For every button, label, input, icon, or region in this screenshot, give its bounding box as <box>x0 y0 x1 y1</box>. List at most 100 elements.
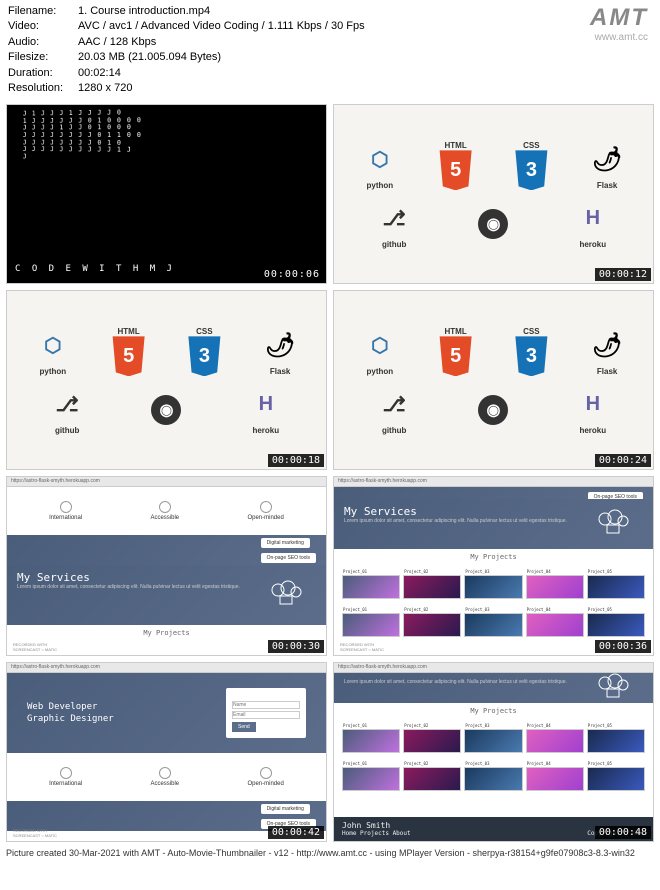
project-card: Project_04 <box>526 613 584 637</box>
meta-label: Duration: <box>8 66 78 81</box>
project-card: Project_01 <box>342 575 400 599</box>
binary-code-text: J 1 J J J 1 J J J J 0 1 J J J J J J 0 1 … <box>23 107 327 165</box>
meta-label: Resolution: <box>8 81 78 96</box>
thumbnail-6: https://astro-flask-smyth.herokuapp.com … <box>333 476 654 656</box>
browser-chrome: https://astro-flask-smyth.herokuapp.com <box>7 477 326 487</box>
watermark: RECORDED WITH SCREENCAST ○ MATIC <box>336 641 388 653</box>
pill: Digital marketing <box>261 538 310 548</box>
css3-icon: 3 <box>184 336 224 376</box>
timestamp-badge: 00:00:48 <box>595 826 651 839</box>
mind-icon <box>260 767 272 779</box>
thumbnail-7: https://astro-flask-smyth.herokuapp.com … <box>6 662 327 842</box>
meta-label: Audio: <box>8 35 78 50</box>
browser-chrome: https://astro-flask-smyth.herokuapp.com <box>334 477 653 487</box>
project-card: Project_04 <box>526 575 584 599</box>
project-card: Project_04 <box>526 767 584 791</box>
footer-links: Home Projects About <box>342 830 411 837</box>
contact-title: Contact Me <box>232 694 300 700</box>
timestamp-badge: 00:00:24 <box>595 454 651 467</box>
thumbnail-grid: J 1 J J J 1 J J J J 0 1 J J J J J J 0 1 … <box>0 100 660 846</box>
meta-value: AAC / 128 Kbps <box>78 35 156 50</box>
cloud-computer-icon <box>266 580 306 610</box>
send-button[interactable]: Send <box>232 722 256 732</box>
thumbnail-3: ⬡python HTML5 CSS3 🌶Flask ⎇github ◉ Hher… <box>6 290 327 470</box>
octocat-icon: ◉ <box>478 395 508 425</box>
mind-icon <box>260 501 272 513</box>
globe-icon <box>60 501 72 513</box>
meta-value: 1. Course introduction.mp4 <box>78 4 210 19</box>
project-card: Project_01 <box>342 767 400 791</box>
contact-form: Contact Me Send <box>226 688 306 738</box>
access-icon <box>159 501 171 513</box>
heroku-icon: H <box>573 384 613 424</box>
brand-logo: AMT www.amt.cc <box>590 4 652 96</box>
html5-icon: 5 <box>436 336 476 376</box>
thumbnail-5: https://astro-flask-smyth.herokuapp.com … <box>6 476 327 656</box>
heroku-icon: H <box>573 198 613 238</box>
html5-icon: 5 <box>436 150 476 190</box>
watermark: RECORDED WITH SCREENCAST ○ MATIC <box>9 827 61 839</box>
brand-url: www.amt.cc <box>590 32 648 43</box>
pill: On-page SEO tools <box>261 553 316 563</box>
python-icon: ⬡ <box>360 325 400 365</box>
github-icon: ⎇ <box>374 384 414 424</box>
metadata-table: Filename:1. Course introduction.mp4 Vide… <box>8 4 365 96</box>
meta-value: AVC / avc1 / Advanced Video Coding / 1.1… <box>78 19 365 34</box>
project-card: Project_03 <box>464 575 522 599</box>
heroku-icon: H <box>246 384 286 424</box>
hero-title-2: Graphic Designer <box>27 713 114 726</box>
generator-credit: Picture created 30-Mar-2021 with AMT - A… <box>0 846 660 860</box>
project-card: Project_01 <box>342 613 400 637</box>
tagline-text: C O D E W I T H M J <box>15 265 175 275</box>
email-input[interactable] <box>232 711 300 719</box>
project-card: Project_05 <box>587 729 645 753</box>
meta-value: 1280 x 720 <box>78 81 132 96</box>
projects-heading: My Projects <box>334 549 653 565</box>
css3-icon: 3 <box>511 150 551 190</box>
name-input[interactable] <box>232 701 300 709</box>
project-card: Project_03 <box>464 613 522 637</box>
projects-heading: My Projects <box>7 625 326 641</box>
python-icon: ⬡ <box>33 325 73 365</box>
octocat-icon: ◉ <box>151 395 181 425</box>
project-card: Project_02 <box>403 767 461 791</box>
timestamp-badge: 00:00:36 <box>595 640 651 653</box>
project-card: Project_02 <box>403 729 461 753</box>
watermark: RECORDED WITH SCREENCAST ○ MATIC <box>9 641 61 653</box>
project-card: Project_01 <box>342 729 400 753</box>
meta-label: Video: <box>8 19 78 34</box>
meta-label: Filesize: <box>8 50 78 65</box>
pill: Digital marketing <box>261 804 310 814</box>
browser-chrome: https://astro-flask-smyth.herokuapp.com <box>334 663 653 673</box>
project-card: Project_05 <box>587 613 645 637</box>
hero-title-1: Web Developer <box>27 701 114 714</box>
cloud-computer-icon <box>593 509 633 539</box>
thumbnail-4: ⬡python HTML5 CSS3 🌶Flask ⎇github ◉ Hher… <box>333 290 654 470</box>
project-card: Project_05 <box>587 575 645 599</box>
access-icon <box>159 767 171 779</box>
github-icon: ⎇ <box>47 384 87 424</box>
timestamp-badge: 00:00:30 <box>268 640 324 653</box>
flask-icon: 🌶 <box>260 325 300 365</box>
project-card: Project_03 <box>464 729 522 753</box>
thumbnail-1: J 1 J J J 1 J J J J 0 1 J J J J J J 0 1 … <box>6 104 327 284</box>
html5-icon: 5 <box>109 336 149 376</box>
cloud-computer-icon <box>593 673 633 703</box>
globe-icon <box>60 767 72 779</box>
thumbnail-2: ⬡python HTML5 CSS3 🌶Flask ⎇github ◉ Hher… <box>333 104 654 284</box>
timestamp-badge: 00:00:42 <box>268 826 324 839</box>
project-card: Project_04 <box>526 729 584 753</box>
brand-title: AMT <box>590 4 648 32</box>
meta-value: 20.03 MB (21.005.094 Bytes) <box>78 50 221 65</box>
flask-icon: 🌶 <box>587 325 627 365</box>
project-card: Project_05 <box>587 767 645 791</box>
timestamp-badge: 00:00:12 <box>595 268 651 281</box>
thumbnail-8: https://astro-flask-smyth.herokuapp.com … <box>333 662 654 842</box>
browser-chrome: https://astro-flask-smyth.herokuapp.com <box>7 663 326 673</box>
timestamp-badge: 00:00:06 <box>260 268 324 281</box>
timestamp-badge: 00:00:18 <box>268 454 324 467</box>
github-icon: ⎇ <box>374 198 414 238</box>
project-card: Project_02 <box>403 575 461 599</box>
project-card: Project_02 <box>403 613 461 637</box>
projects-heading: My Projects <box>334 703 653 719</box>
